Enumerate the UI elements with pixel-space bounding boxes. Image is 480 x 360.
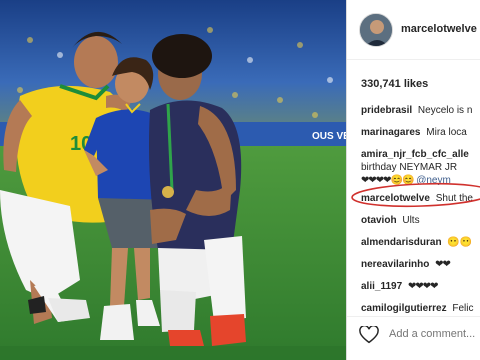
likes-count[interactable]: 330,741 likes bbox=[361, 78, 428, 90]
comment-text: Mira loca bbox=[426, 127, 467, 138]
comment-username[interactable]: otavioh bbox=[361, 215, 397, 226]
comment-username[interactable]: marinagares bbox=[361, 127, 420, 138]
medal bbox=[162, 186, 174, 198]
comments-panel: marcelotwelve 330,741 likes pridebrasil … bbox=[347, 0, 480, 360]
comment-username[interactable]: alii_1197 bbox=[361, 281, 402, 292]
comment-item: alii_1197 ❤❤❤❤ bbox=[361, 280, 480, 293]
comment-text: Shut the bbox=[435, 193, 473, 204]
comment-text: Neycelo is n bbox=[417, 105, 473, 116]
comment-text: birthday NEYMAR JR bbox=[361, 162, 458, 173]
post-header: marcelotwelve bbox=[347, 0, 480, 60]
comment-text: Ults bbox=[402, 215, 420, 226]
avatar[interactable] bbox=[359, 13, 393, 47]
comment-item: pridebrasil Neycelo is n bbox=[361, 104, 480, 117]
heart-icon[interactable] bbox=[359, 326, 379, 344]
comment-emoji: ❤❤❤❤😊😊 bbox=[361, 175, 414, 186]
comment-item: otavioh Ults bbox=[361, 214, 480, 227]
comment-text: ❤❤ bbox=[435, 259, 451, 270]
comment-list: pridebrasil Neycelo is n marinagares Mir… bbox=[361, 104, 480, 324]
comment-mention[interactable]: @neym bbox=[416, 175, 451, 186]
ad-board-text: OUS VENA bbox=[312, 131, 346, 142]
comment-item: amira_njr_fcb_cfc_alle birthday NEYMAR J… bbox=[361, 148, 480, 187]
comment-item: nereavilarinho ❤❤ bbox=[361, 258, 480, 271]
comment-footer bbox=[347, 316, 480, 360]
post-photo-illustration: OUS VENA 10 bbox=[0, 0, 346, 360]
avatar-icon bbox=[360, 14, 392, 46]
comment-username[interactable]: marcelotwelve bbox=[361, 193, 430, 204]
comment-text: ❤❤❤❤ bbox=[407, 281, 438, 292]
comment-item: almendarisduran 😶😶 bbox=[361, 236, 480, 249]
header-username[interactable]: marcelotwelve bbox=[401, 23, 477, 35]
comment-item: camilogilgutierrez Felic bbox=[361, 302, 480, 315]
comment-item-highlighted: marcelotwelve Shut the bbox=[361, 192, 480, 205]
comment-username[interactable]: almendarisduran bbox=[361, 237, 442, 248]
comment-username[interactable]: camilogilgutierrez bbox=[361, 303, 447, 314]
comment-text: Felic bbox=[452, 303, 474, 314]
add-comment-input[interactable] bbox=[389, 328, 480, 340]
comment-item: marinagares Mira loca bbox=[361, 126, 480, 139]
comment-username[interactable]: amira_njr_fcb_cfc_alle bbox=[361, 149, 469, 160]
comment-text: 😶😶 bbox=[447, 237, 473, 248]
post-photo[interactable]: OUS VENA 10 bbox=[0, 0, 346, 360]
comment-username[interactable]: pridebrasil bbox=[361, 105, 412, 116]
comment-username[interactable]: nereavilarinho bbox=[361, 259, 429, 270]
